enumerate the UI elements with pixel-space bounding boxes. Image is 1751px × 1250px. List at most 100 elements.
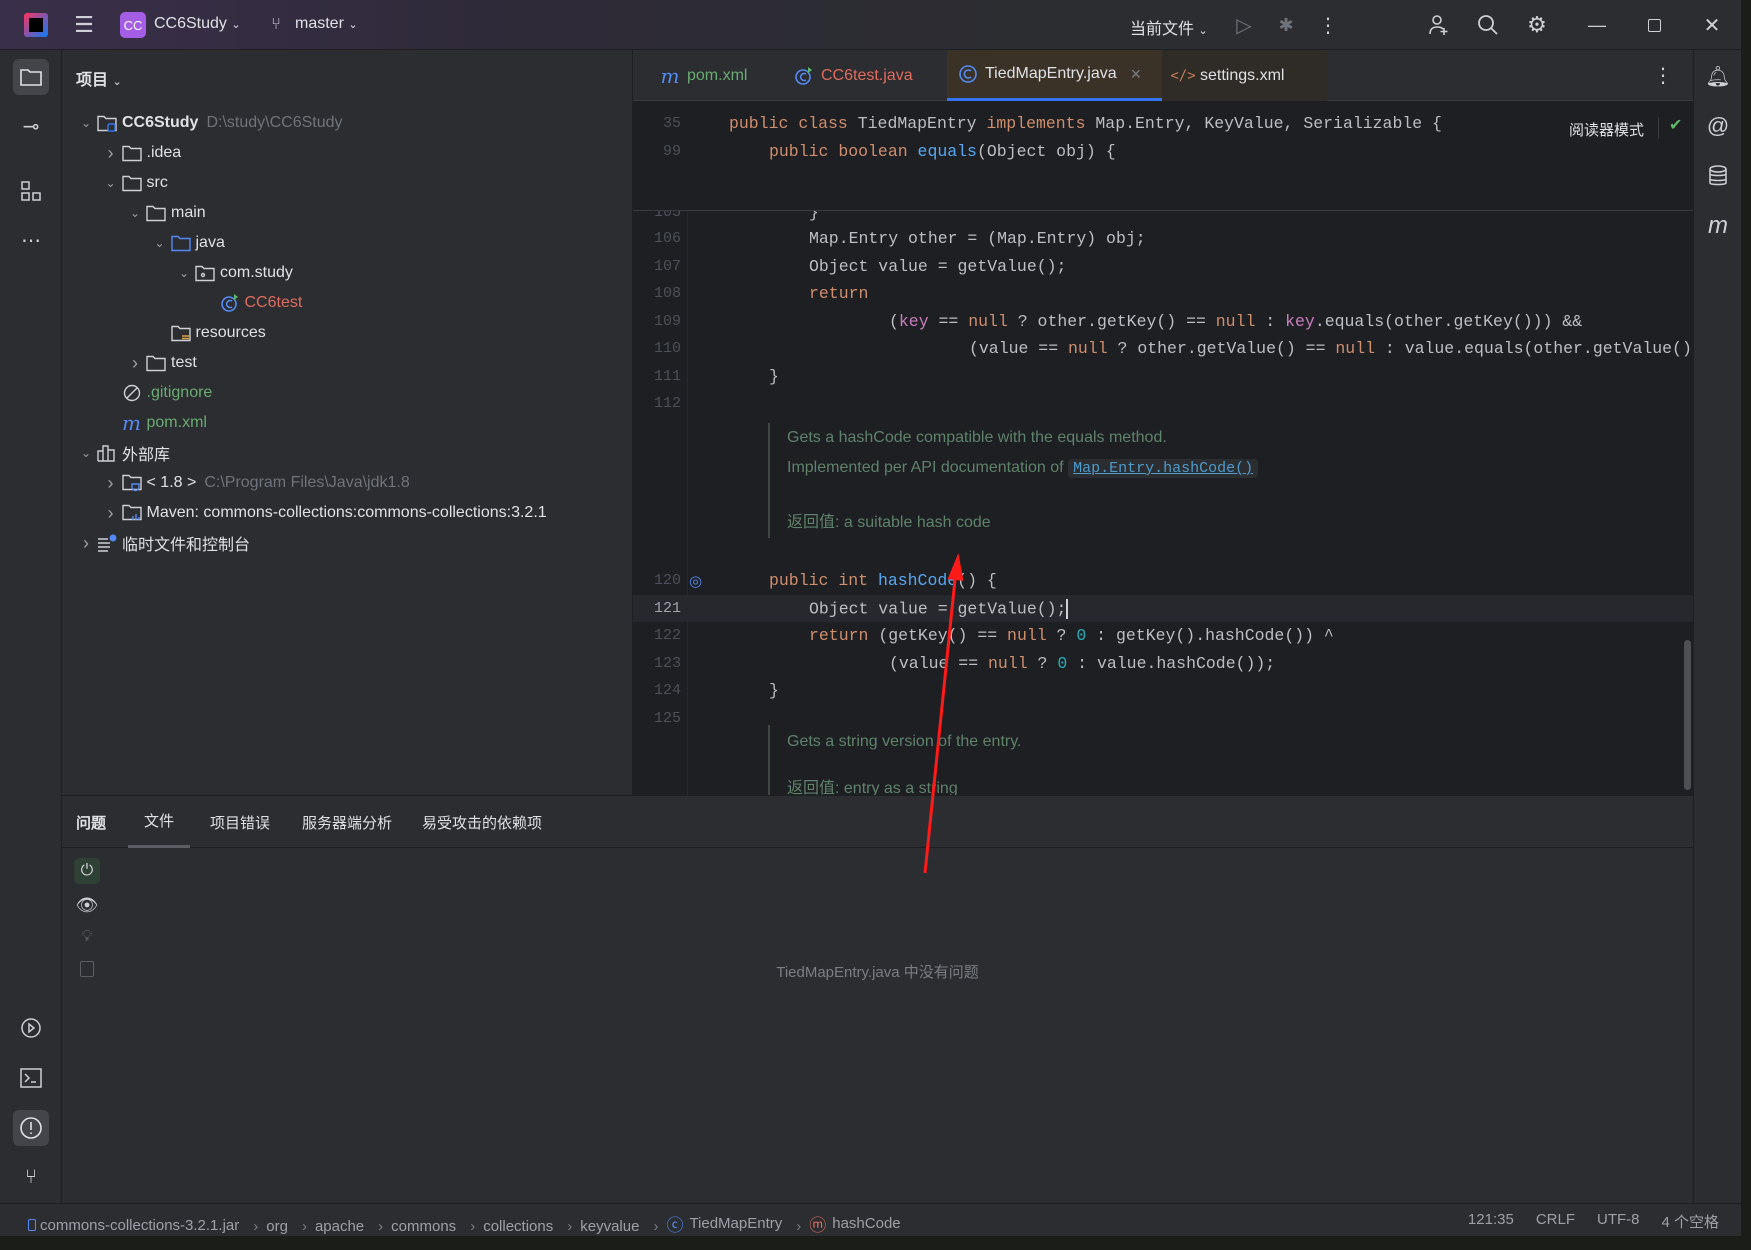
debug-icon[interactable]: ✱ [1274,12,1298,38]
chevron-right-icon[interactable]: › [101,143,121,164]
breadcrumb-item[interactable]: commons [391,1218,456,1235]
chevron-right-icon[interactable]: › [76,533,96,554]
project-badge[interactable]: CC [120,12,146,38]
tree-item[interactable]: resources [150,318,266,348]
tree-item[interactable]: › < 1.8 > C:\Program Files\Java\jdk1.8 [101,468,410,498]
run-config-selector[interactable]: 当前文件 ⌄ [1130,15,1208,39]
code-line[interactable]: 106 Map.Entry other = (Map.Entry) obj; [633,225,1693,252]
problems-tab[interactable]: 项目错误 [210,796,270,848]
tree-item[interactable]: ⌄ main [125,198,206,228]
more-actions-icon[interactable]: ⋮ [1318,12,1338,38]
caret-position[interactable]: 121:35 [1468,1211,1514,1232]
code-area[interactable]: Gets a hashCode compatible with the equa… [633,211,1693,795]
code-line[interactable]: 35 public class TiedMapEntry implements M… [633,110,1533,137]
tab-cc6test-java[interactable]: CC6test.java [783,50,943,101]
code-line[interactable]: 109 (key == null ? other.getKey() == null… [633,308,1693,335]
close-tab-icon[interactable]: × [1131,64,1142,85]
breadcrumb-item[interactable]: keyvalue [580,1218,639,1235]
problems-tab[interactable]: 易受攻击的依赖项 [422,796,542,848]
services-run-icon[interactable] [13,1010,49,1046]
code-line[interactable]: 105} [633,211,1693,226]
code-line[interactable]: 122 return (getKey() == null ? 0 : getKey… [633,622,1693,649]
tree-item[interactable]: › test [125,348,197,378]
indent-setting[interactable]: 4 个空格 [1661,1211,1719,1232]
problems-icon[interactable] [13,1110,49,1146]
branch-switcher[interactable]: master ⌄ [295,15,358,33]
breadcrumb-item[interactable]: apache [315,1218,364,1235]
more-tools-icon[interactable]: ⋯ [13,222,49,258]
maven-tool-icon[interactable]: m [1702,210,1734,242]
autoscroll-power-icon[interactable]: ⏻ [74,858,100,884]
main-menu-icon[interactable]: ☰ [72,12,96,37]
tree-item[interactable]: m pom.xml [101,408,207,438]
reader-mode-button[interactable]: 阅读器模式 [1569,119,1644,140]
tab-options-icon[interactable]: ⋮ [1653,62,1673,88]
notifications-bell-icon[interactable]: 🔔︎ [1702,60,1734,92]
chevron-right-icon[interactable]: › [101,503,121,524]
problems-tab[interactable]: 问题 [76,796,106,848]
commit-icon[interactable]: ⊸ [13,108,49,144]
tree-item[interactable]: ⌄ java [150,228,224,258]
settings-gear-icon[interactable]: ⚙ [1524,12,1550,38]
doc-link-map-entry-hashcode[interactable]: Map.Entry.hashCode() [1068,459,1259,478]
chevron-down-icon[interactable]: ⌄ [125,206,145,220]
chevron-right-icon[interactable]: › [125,353,145,374]
code-line[interactable]: 107 Object value = getValue(); [633,253,1693,280]
breadcrumb-item[interactable]: commons-collections-3.2.1.jar [28,1217,239,1234]
breadcrumb-item[interactable]: ⓒ TiedMapEntry [666,1211,782,1236]
tree-item[interactable]: ⌄ com.study [174,258,293,288]
breadcrumb-item[interactable]: collections [483,1218,553,1235]
chevron-down-icon[interactable]: ⌄ [174,266,194,280]
breadcrumb-item[interactable]: org [266,1218,288,1235]
file-encoding[interactable]: UTF-8 [1597,1211,1640,1232]
project-panel-title[interactable]: 项目 ⌄ [76,66,122,90]
structure-icon[interactable] [13,173,49,209]
tree-item[interactable]: ⌄ src [101,168,167,198]
tab-settings-xml[interactable]: </> settings.xml [1162,50,1327,101]
run-icon[interactable]: ▷ [1232,12,1256,38]
terminal-icon[interactable] [13,1060,49,1096]
chevron-down-icon[interactable]: ⌄ [150,236,170,250]
tab-pom-xml[interactable]: m pom.xml [649,50,789,101]
close-window-icon[interactable]: ✕ [1699,12,1725,38]
git-icon[interactable]: ⑂ [13,1159,49,1195]
line-ending[interactable]: CRLF [1536,1211,1575,1232]
project-tool-folder-icon[interactable] [13,59,49,95]
code-line[interactable]: 108 return [633,280,1693,307]
maximize-icon[interactable] [1641,12,1667,38]
problems-tab[interactable]: 服务器端分析 [302,796,392,848]
ai-assistant-icon[interactable]: @ [1702,110,1734,142]
tree-item[interactable]: › .idea [101,138,182,168]
lightbulb-icon[interactable]: 💡︎ [74,924,100,950]
code-line[interactable]: 99 public boolean equals(Object obj) { [633,138,1533,165]
chevron-down-icon[interactable]: ⌄ [76,446,96,460]
code-line[interactable]: 110 (value == null ? other.getValue() == … [633,335,1693,362]
chevron-down-icon[interactable]: ⌄ [76,116,96,130]
code-token: key [1285,312,1315,331]
tree-item[interactable]: .gitignore [101,378,212,408]
code-line[interactable]: 120 ◎ public int hashCode() { [633,567,1693,594]
code-line[interactable]: 124} [633,677,1693,704]
database-icon[interactable] [1702,160,1734,192]
code-line[interactable]: 121 Object value = getValue(); [633,595,1693,622]
tree-item[interactable]: › Maven: commons-collections:commons-coll… [101,498,547,528]
code-line[interactable]: 111} [633,363,1693,390]
tab-tiedmapentry-java[interactable]: TiedMapEntry.java × [947,50,1162,101]
minimize-icon[interactable]: — [1584,12,1610,38]
code-line[interactable]: 123 (value == null ? 0 : value.hashCode()… [633,650,1693,677]
code-line[interactable]: 125 [633,705,1693,732]
search-icon[interactable] [1475,12,1501,38]
problems-tab[interactable]: 文件 [128,796,191,848]
tree-item[interactable]: ⌄ 外部库 [76,438,170,468]
add-user-icon[interactable] [1426,12,1452,38]
code-line[interactable]: 112 [633,390,1693,417]
override-method-icon[interactable]: ◎ [689,572,702,590]
tree-item[interactable]: ⌄ CC6Study D:\study\CC6Study [76,108,343,138]
chevron-down-icon[interactable]: ⌄ [101,176,121,190]
eye-icon[interactable]: 👁︎ [74,892,100,918]
project-switcher[interactable]: CC6Study ⌄ [154,15,241,33]
breadcrumb-item[interactable]: ⓜ hashCode [809,1211,900,1236]
tree-item[interactable]: CC6test [199,288,302,318]
tree-item[interactable]: › 临时文件和控制台 [76,528,250,558]
chevron-right-icon[interactable]: › [101,473,121,494]
